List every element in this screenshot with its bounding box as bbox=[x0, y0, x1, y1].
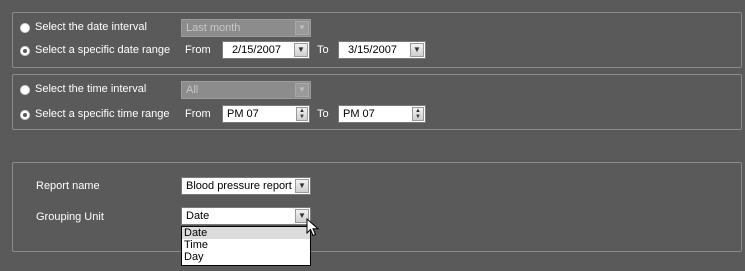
report-name-value: Blood pressure report bbox=[186, 180, 292, 192]
time-from-label: From bbox=[185, 108, 211, 120]
chevron-down-icon[interactable]: ▼ bbox=[295, 179, 309, 193]
grouping-unit-dropdown-list[interactable]: Date Time Day bbox=[181, 226, 311, 266]
dropdown-option-time[interactable]: Time bbox=[182, 239, 310, 251]
spinner-arrows-icon[interactable]: ▲ ▼ bbox=[296, 107, 308, 121]
date-from-label: From bbox=[185, 44, 211, 56]
chevron-down-icon[interactable]: ▼ bbox=[294, 43, 308, 57]
date-interval-select[interactable]: Last month ▼ bbox=[181, 19, 311, 37]
report-name-label: Report name bbox=[36, 180, 100, 192]
time-to-label: To bbox=[317, 108, 329, 120]
grouping-unit-value: Date bbox=[186, 210, 210, 222]
mouse-pointer-icon bbox=[306, 218, 320, 237]
dropdown-option-date[interactable]: Date bbox=[182, 227, 310, 239]
time-from-spinner[interactable]: PM 07 ▲ ▼ bbox=[222, 105, 310, 123]
time-range-label: Select a specific time range bbox=[35, 108, 170, 120]
chevron-down-icon[interactable]: ▼ bbox=[295, 21, 309, 35]
date-from-value: 2/15/2007 bbox=[232, 44, 281, 56]
time-interval-label: Select the time interval bbox=[35, 83, 147, 95]
time-interval-radio[interactable] bbox=[20, 85, 30, 95]
grouping-unit-select[interactable]: Date ▼ bbox=[181, 207, 311, 225]
report-settings-panel bbox=[12, 162, 742, 252]
date-interval-label: Select the date interval bbox=[35, 21, 147, 33]
time-from-value: PM 07 bbox=[227, 108, 259, 120]
time-range-radio[interactable] bbox=[20, 110, 30, 120]
date-range-radio[interactable] bbox=[20, 46, 30, 56]
date-to-select[interactable]: 3/15/2007 ▼ bbox=[338, 41, 426, 59]
spinner-arrows-icon[interactable]: ▲ ▼ bbox=[412, 107, 424, 121]
dropdown-option-day[interactable]: Day bbox=[182, 251, 310, 263]
time-interval-value: All bbox=[186, 84, 199, 96]
time-to-value: PM 07 bbox=[343, 108, 375, 120]
time-to-spinner[interactable]: PM 07 ▲ ▼ bbox=[338, 105, 426, 123]
date-range-label: Select a specific date range bbox=[35, 44, 171, 56]
report-name-select[interactable]: Blood pressure report ▼ bbox=[181, 177, 311, 195]
time-interval-select[interactable]: All ▼ bbox=[181, 81, 311, 99]
chevron-down-icon[interactable]: ▼ bbox=[410, 43, 424, 57]
date-to-value: 3/15/2007 bbox=[348, 44, 397, 56]
date-interval-value: Last month bbox=[186, 22, 241, 34]
date-interval-radio[interactable] bbox=[20, 23, 30, 33]
date-to-label: To bbox=[317, 44, 329, 56]
date-from-select[interactable]: 2/15/2007 ▼ bbox=[222, 41, 310, 59]
chevron-down-icon[interactable]: ▼ bbox=[295, 83, 309, 97]
grouping-unit-label: Grouping Unit bbox=[36, 211, 104, 223]
